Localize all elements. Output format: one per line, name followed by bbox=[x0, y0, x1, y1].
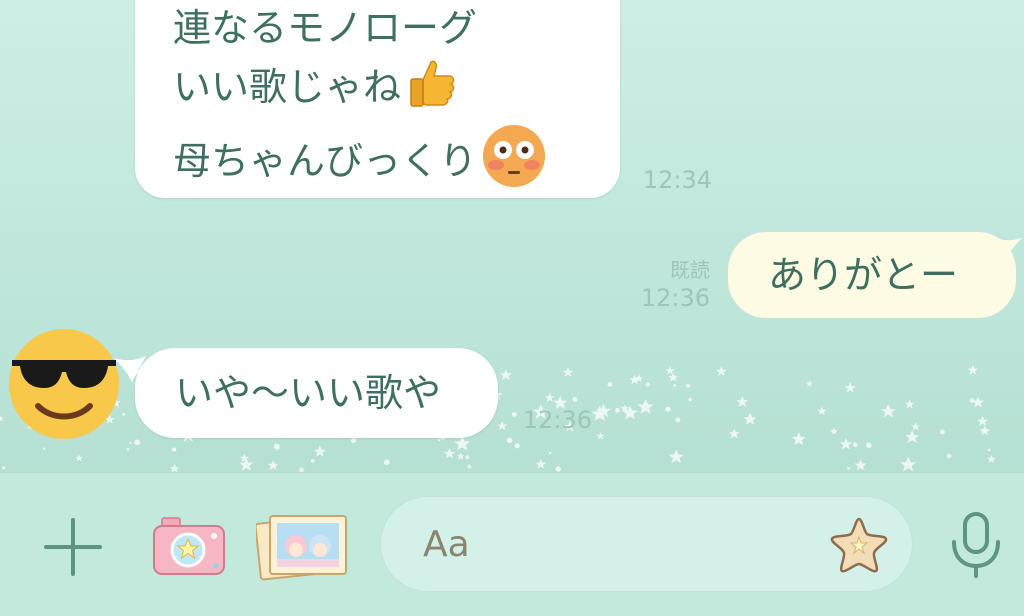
message-line: 連なるモノローグ bbox=[173, 6, 478, 50]
message-text: いや〜いい歌や bbox=[175, 371, 442, 415]
message-input[interactable]: Aa bbox=[380, 496, 913, 592]
microphone-icon[interactable] bbox=[948, 510, 1004, 584]
message-text: ありがとー bbox=[768, 253, 959, 297]
sticker-icon[interactable] bbox=[829, 515, 889, 579]
incoming-message-bubble[interactable]: 連なるモノローグ いい歌じゃね 母ちゃんびっくり bbox=[135, 0, 620, 198]
message-line: 母ちゃんびっくり bbox=[173, 123, 620, 204]
message-timestamp: 12:34 bbox=[642, 166, 712, 194]
sunglasses-face-icon bbox=[9, 329, 119, 439]
plus-icon[interactable] bbox=[40, 514, 106, 584]
outgoing-message-bubble[interactable]: ありがとー bbox=[728, 232, 1016, 318]
camera-icon[interactable] bbox=[152, 516, 226, 582]
chat-area[interactable]: 連なるモノローグ いい歌じゃね 母ちゃんびっくり 12:34 既読 12:36 … bbox=[0, 0, 1024, 472]
input-placeholder: Aa bbox=[423, 524, 470, 565]
message-timestamp: 12:36 bbox=[522, 406, 592, 434]
message-line: いい歌じゃね bbox=[173, 56, 620, 123]
message-timestamp: 12:36 bbox=[640, 284, 710, 312]
read-receipt: 既読 bbox=[670, 258, 710, 282]
bubble-tail bbox=[990, 236, 1022, 262]
thumbs-up-icon bbox=[405, 56, 457, 123]
incoming-message-bubble[interactable]: いや〜いい歌や bbox=[135, 348, 498, 438]
photo-album-icon[interactable] bbox=[254, 510, 350, 586]
flushed-face-icon bbox=[481, 123, 547, 204]
avatar[interactable] bbox=[8, 328, 120, 444]
